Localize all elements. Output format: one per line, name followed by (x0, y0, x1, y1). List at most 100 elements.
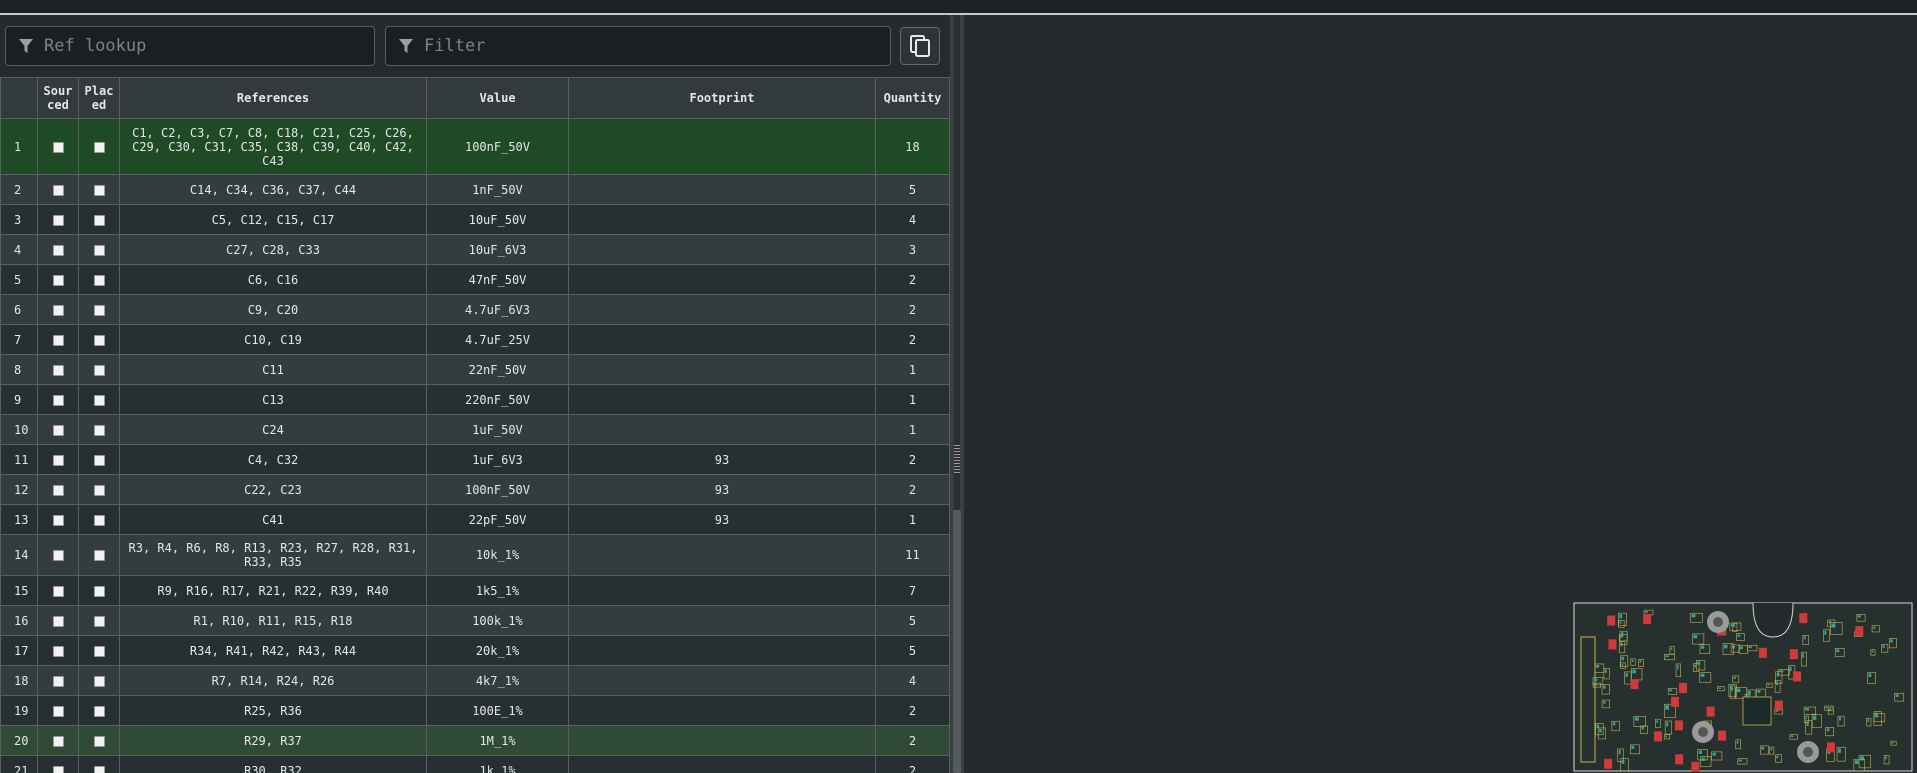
component-pad (1694, 664, 1697, 668)
column-header-placed[interactable]: Placed (78, 77, 120, 119)
placed-checkbox[interactable] (93, 364, 105, 376)
column-header-value[interactable]: Value (426, 77, 569, 119)
table-row[interactable]: 13 C41 22pF_50V 93 1 (0, 504, 950, 535)
placed-checkbox[interactable] (93, 645, 105, 657)
placed-checkbox[interactable] (93, 615, 105, 627)
table-row[interactable]: 14 R3, R4, R6, R8, R13, R23, R27, R28, R3… (0, 534, 950, 576)
filter-input[interactable] (422, 35, 820, 57)
placed-checkbox[interactable] (93, 514, 105, 526)
column-header-footprint[interactable]: Footprint (568, 77, 876, 119)
placed-checkbox[interactable] (93, 334, 105, 346)
placed-checkbox[interactable] (93, 705, 105, 717)
placed-checkbox (78, 324, 120, 355)
sourced-checkbox[interactable] (52, 394, 64, 406)
sourced-checkbox[interactable] (52, 585, 64, 597)
table-row[interactable]: 3 C5, C12, C15, C17 10uF_50V 4 (0, 204, 950, 235)
component-pad (1736, 740, 1739, 744)
placed-checkbox[interactable] (93, 424, 105, 436)
sourced-checkbox[interactable] (52, 304, 64, 316)
component-pad (1854, 760, 1859, 765)
table-row[interactable]: 10 C24 1uF_50V 1 (0, 414, 950, 445)
footprint-cell (568, 384, 876, 415)
component-pad (1641, 726, 1644, 730)
column-header-sourced[interactable]: Sourced (37, 77, 79, 119)
component-pad (1632, 669, 1636, 674)
sourced-checkbox[interactable] (52, 735, 64, 747)
filter-field[interactable] (385, 26, 891, 66)
pcb-canvas[interactable] (964, 15, 1917, 773)
column-header-index[interactable] (0, 77, 38, 119)
placed-checkbox[interactable] (93, 484, 105, 496)
placed-checkbox[interactable] (93, 454, 105, 466)
table-row[interactable]: 7 C10, C19 4.7uF_25V 2 (0, 324, 950, 355)
sourced-checkbox (37, 575, 79, 606)
placed-checkbox[interactable] (93, 735, 105, 747)
placed-checkbox[interactable] (93, 214, 105, 226)
footprint-cell (568, 118, 876, 175)
copy-button[interactable] (900, 27, 940, 65)
sourced-checkbox[interactable] (52, 705, 64, 717)
placed-checkbox[interactable] (93, 184, 105, 196)
sourced-checkbox[interactable] (52, 765, 64, 773)
placed-checkbox[interactable] (93, 141, 105, 153)
placed-checkbox[interactable] (93, 585, 105, 597)
table-row[interactable]: 21 R30, R32 1k_1% 2 (0, 755, 950, 773)
table-row[interactable]: 19 R25, R36 100E_1% 2 (0, 695, 950, 726)
sourced-checkbox[interactable] (52, 675, 64, 687)
sourced-checkbox[interactable] (52, 244, 64, 256)
placed-checkbox[interactable] (93, 244, 105, 256)
table-row[interactable]: 5 C6, C16 47nF_50V 2 (0, 264, 950, 295)
table-row[interactable]: 11 C4, C32 1uF_6V3 93 2 (0, 444, 950, 475)
sourced-checkbox[interactable] (52, 484, 64, 496)
placed-checkbox[interactable] (93, 304, 105, 316)
row-index: 13 (0, 504, 38, 535)
sourced-checkbox[interactable] (52, 214, 64, 226)
sourced-checkbox[interactable] (52, 645, 64, 657)
sourced-checkbox[interactable] (52, 424, 64, 436)
component-pad (1748, 646, 1752, 649)
column-header-references[interactable]: References (119, 77, 427, 119)
component-pad (1677, 664, 1679, 670)
table-row[interactable]: 6 C9, C20 4.7uF_6V3 2 (0, 294, 950, 325)
sourced-checkbox[interactable] (52, 550, 64, 561)
table-row[interactable]: 9 C13 220nF_50V 1 (0, 384, 950, 415)
row-index: 17 (0, 635, 38, 666)
footprint-cell (568, 234, 876, 265)
sourced-checkbox[interactable] (52, 184, 64, 196)
value-cell: 220nF_50V (426, 384, 569, 415)
footprint-cell: 93 (568, 504, 876, 535)
table-row[interactable]: 17 R34, R41, R42, R43, R44 20k_1% 5 (0, 635, 950, 666)
references-cell: C4, C32 (119, 444, 427, 475)
sourced-checkbox[interactable] (52, 514, 64, 526)
splitter-grip[interactable] (954, 445, 960, 475)
component-pad-red (1789, 649, 1798, 660)
table-row[interactable]: 15 R9, R16, R17, R21, R22, R39, R40 1k5_1%… (0, 575, 950, 606)
scrollbar-thumb[interactable] (953, 510, 961, 773)
sourced-checkbox[interactable] (52, 364, 64, 376)
placed-checkbox[interactable] (93, 394, 105, 406)
pcb-board-render[interactable] (1573, 602, 1913, 772)
ref-lookup-input[interactable] (42, 35, 331, 57)
sourced-checkbox (37, 474, 79, 505)
sourced-checkbox[interactable] (52, 615, 64, 627)
placed-checkbox[interactable] (93, 765, 105, 773)
placed-checkbox[interactable] (93, 675, 105, 687)
ref-lookup-field[interactable] (5, 26, 375, 66)
table-row[interactable]: 16 R1, R10, R11, R15, R18 100k_1% 5 (0, 605, 950, 636)
column-header-quantity[interactable]: Quantity (875, 77, 950, 119)
panel-splitter[interactable] (950, 15, 964, 773)
table-row[interactable]: 4 C27, C28, C33 10uF_6V3 3 (0, 234, 950, 265)
sourced-checkbox[interactable] (52, 274, 64, 286)
table-row[interactable]: 1 C1, C2, C3, C7, C8, C18, C21, C25, C26,… (0, 118, 950, 175)
sourced-checkbox[interactable] (52, 334, 64, 346)
sourced-checkbox[interactable] (52, 454, 64, 466)
table-row[interactable]: 20 R29, R37 1M_1% 2 (0, 725, 950, 756)
table-row[interactable]: 12 C22, C23 100nF_50V 93 2 (0, 474, 950, 505)
sourced-checkbox[interactable] (52, 141, 64, 153)
table-row[interactable]: 8 C11 22nF_50V 1 (0, 354, 950, 385)
component-pad (1802, 653, 1805, 658)
table-row[interactable]: 18 R7, R14, R24, R26 4k7_1% 4 (0, 665, 950, 696)
table-row[interactable]: 2 C14, C34, C36, C37, C44 1nF_50V 5 (0, 174, 950, 205)
placed-checkbox[interactable] (93, 550, 105, 561)
placed-checkbox[interactable] (93, 274, 105, 286)
